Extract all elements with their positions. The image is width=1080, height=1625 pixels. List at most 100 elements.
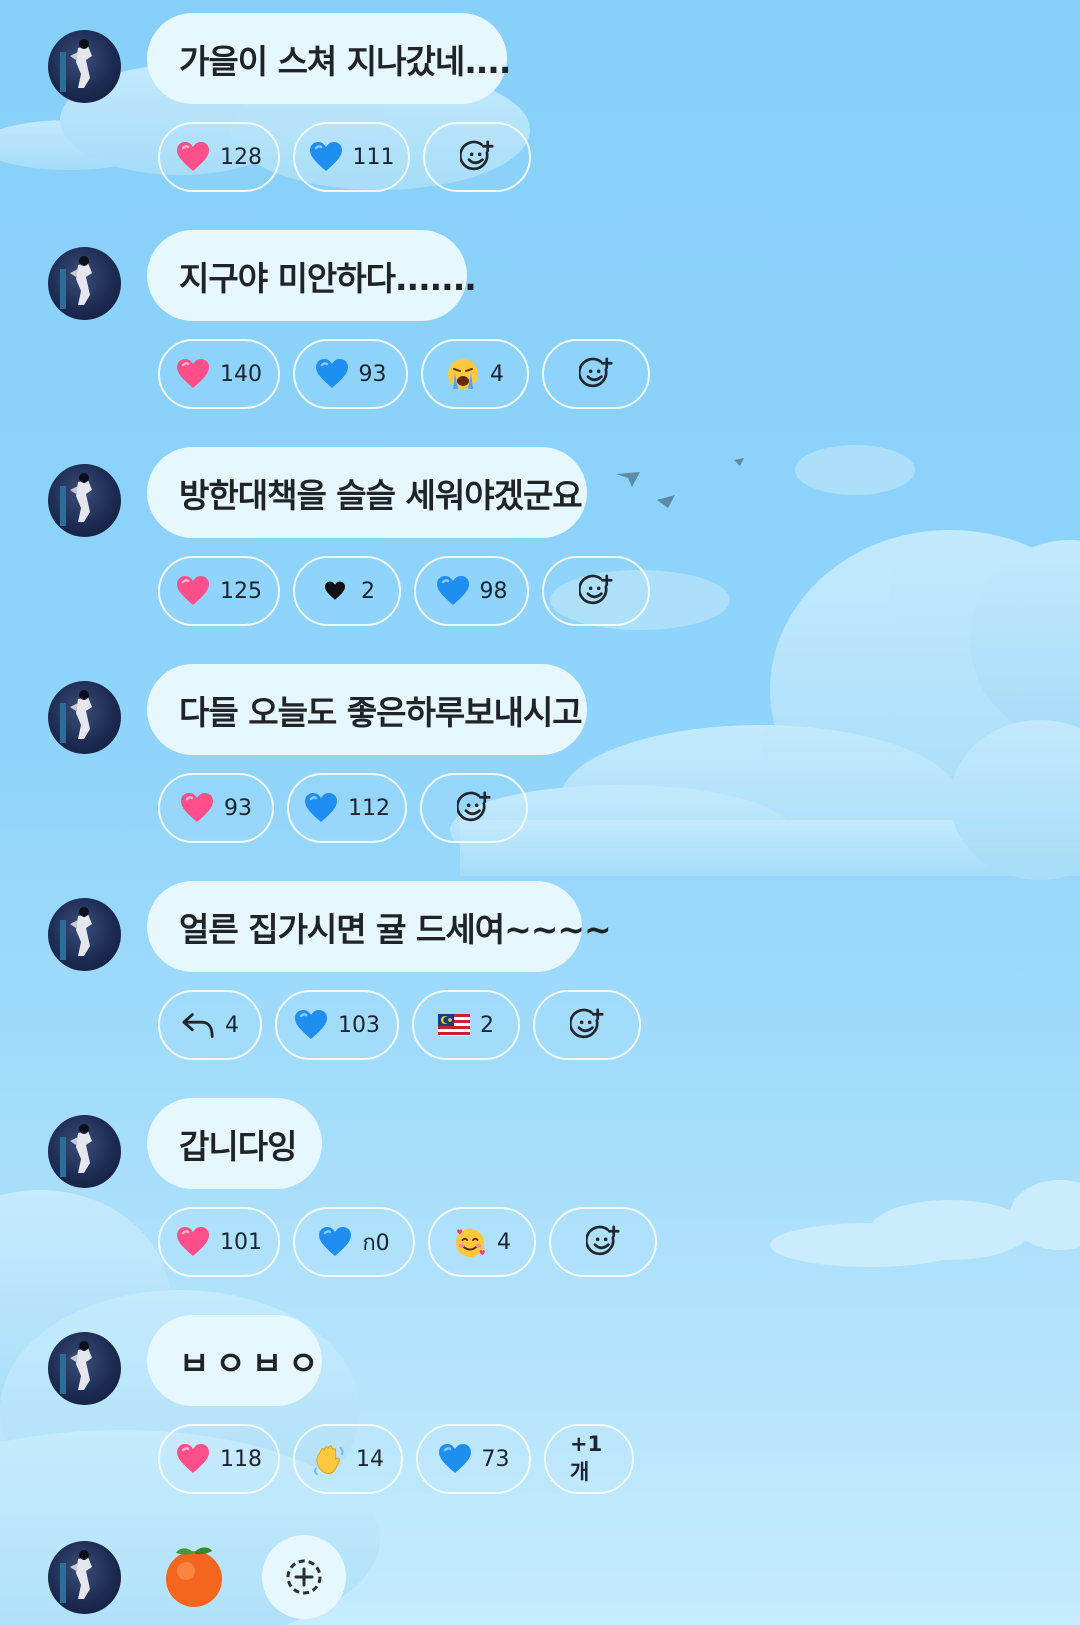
add-reaction-button[interactable] <box>542 556 650 626</box>
reaction-count: 2 <box>480 1012 494 1038</box>
message-bubble[interactable]: 갑니다잉 <box>147 1098 322 1189</box>
add-reaction-button[interactable] <box>542 339 650 409</box>
reaction-count: 140 <box>220 361 262 387</box>
reaction-count: 112 <box>348 795 390 821</box>
message-row: 지구야 미안하다....... 140 93 4 <box>0 230 1080 447</box>
reaction-chip-pink-heart[interactable]: 101 <box>158 1207 280 1277</box>
reaction-bar: 125 2 98 <box>158 556 650 626</box>
avatar-image <box>60 1550 92 1603</box>
reaction-chip-reply-arrow[interactable]: 4 <box>158 990 262 1060</box>
reaction-count: 98 <box>479 578 508 604</box>
pink-heart-icon <box>176 574 210 608</box>
tangerine-emoji <box>166 1547 222 1607</box>
add-reaction-icon <box>579 357 613 391</box>
reaction-chip-waving-hand[interactable]: 14 <box>293 1424 403 1494</box>
more-reactions-button[interactable]: +1개 <box>544 1424 634 1494</box>
message-row: 얼른 집가시면 귤 드세여~~~~ 4 103 2 <box>0 881 1080 1098</box>
add-reaction-button[interactable] <box>423 122 531 192</box>
avatar-image <box>60 256 92 309</box>
message-bubble[interactable]: 지구야 미안하다....... <box>147 230 477 321</box>
message-row: 방한대책을 슬슬 세워야겠군요 125 2 98 <box>0 447 1080 664</box>
reaction-count: 103 <box>338 1012 380 1038</box>
avatar[interactable] <box>48 898 121 971</box>
reaction-chip-pink-heart[interactable]: 128 <box>158 122 280 192</box>
message-row: ㅂㅇㅂㅇ 118 14 73 +1개 <box>0 1315 1080 1532</box>
message-bubble[interactable]: 다들 오늘도 좋은하루보내시고 <box>147 664 587 755</box>
reaction-chip-blue-heart[interactable]: 93 <box>293 339 408 409</box>
pink-heart-icon <box>176 140 210 174</box>
last-message-row <box>0 1535 1080 1625</box>
blue-heart-icon <box>436 574 470 608</box>
reaction-chip-pink-heart[interactable]: 125 <box>158 556 280 626</box>
avatar[interactable] <box>48 30 121 103</box>
malaysia-flag-icon <box>438 1008 470 1042</box>
reaction-chip-blue-heart[interactable]: 98 <box>414 556 529 626</box>
reaction-bar: 140 93 4 <box>158 339 650 409</box>
reply-arrow-icon <box>181 1008 215 1042</box>
add-reaction-button[interactable] <box>549 1207 657 1277</box>
avatar[interactable] <box>48 1332 121 1405</box>
smiling-face-with-hearts-icon <box>453 1225 487 1259</box>
avatar-image <box>60 1341 92 1394</box>
message-bubble[interactable]: 얼른 집가시면 귤 드세여~~~~ <box>147 881 612 972</box>
avatar[interactable] <box>48 464 121 537</box>
reaction-chip-blue-heart[interactable]: 112 <box>287 773 407 843</box>
reaction-count: 128 <box>220 144 262 170</box>
reaction-chip-pink-heart[interactable]: 93 <box>158 773 274 843</box>
reaction-chip-malaysia-flag[interactable]: 2 <box>412 990 520 1060</box>
avatar[interactable] <box>48 247 121 320</box>
reaction-count: ก0 <box>362 1230 390 1256</box>
reaction-chip-blue-heart[interactable]: 73 <box>416 1424 531 1494</box>
reaction-chip-crying-face[interactable]: 4 <box>421 339 529 409</box>
reaction-bar: 4 103 2 <box>158 990 641 1060</box>
add-reaction-button[interactable] <box>533 990 641 1060</box>
avatar-image <box>60 907 92 960</box>
blue-heart-icon <box>304 791 338 825</box>
reaction-chip-smiling-face-with-hearts[interactable]: 4 <box>428 1207 536 1277</box>
reaction-chip-pink-heart[interactable]: 140 <box>158 339 280 409</box>
add-reaction-button[interactable] <box>262 1535 346 1619</box>
avatar-image <box>60 39 92 92</box>
blue-heart-icon <box>315 357 349 391</box>
avatar[interactable] <box>48 681 121 754</box>
message-text: 방한대책을 슬슬 세워야겠군요 <box>179 475 583 515</box>
reaction-count: 4 <box>225 1012 239 1038</box>
reaction-chip-blue-heart[interactable]: 111 <box>293 122 410 192</box>
blue-heart-icon <box>438 1442 472 1476</box>
message-bubble[interactable]: 가을이 스쳐 지나갔네.... <box>147 13 511 104</box>
pink-heart-icon <box>176 357 210 391</box>
avatar-image <box>60 1124 92 1177</box>
message-text: 얼른 집가시면 귤 드세여~~~~ <box>179 909 612 949</box>
avatar[interactable] <box>48 1541 121 1614</box>
message-bubble[interactable]: 방한대책을 슬슬 세워야겠군요 <box>147 447 587 538</box>
add-reaction-button[interactable] <box>420 773 528 843</box>
crying-face-icon <box>446 357 480 391</box>
blue-heart-icon <box>294 1008 328 1042</box>
pink-heart-icon <box>180 791 214 825</box>
reaction-count: 14 <box>356 1446 384 1472</box>
reaction-chip-black-heart[interactable]: 2 <box>293 556 401 626</box>
waving-hand-icon <box>312 1442 346 1476</box>
add-reaction-icon <box>586 1225 620 1259</box>
reaction-bar: 128 111 <box>158 122 531 192</box>
reaction-count: 93 <box>224 795 252 821</box>
reaction-count: 4 <box>497 1229 511 1255</box>
pink-heart-icon <box>176 1442 210 1476</box>
reaction-chip-blue-heart[interactable]: 103 <box>275 990 399 1060</box>
avatar-image <box>60 690 92 743</box>
message-row: 가을이 스쳐 지나갔네.... 128 111 <box>0 13 1080 230</box>
message-bubble[interactable]: ㅂㅇㅂㅇ <box>147 1315 322 1406</box>
reaction-bar: 101 ก0 4 <box>158 1207 657 1277</box>
pink-heart-icon <box>176 1225 210 1259</box>
blue-heart-icon <box>309 140 343 174</box>
blue-heart-icon <box>318 1225 352 1259</box>
avatar[interactable] <box>48 1115 121 1188</box>
message-text: 가을이 스쳐 지나갔네.... <box>179 41 511 81</box>
message-row: 다들 오늘도 좋은하루보내시고 93 112 <box>0 664 1080 881</box>
reaction-chip-blue-heart[interactable]: ก0 <box>293 1207 415 1277</box>
avatar-image <box>60 473 92 526</box>
reaction-count: 101 <box>220 1229 262 1255</box>
reaction-chip-pink-heart[interactable]: 118 <box>158 1424 280 1494</box>
reaction-count: 73 <box>481 1446 510 1472</box>
message-row: 갑니다잉 101 ก0 4 <box>0 1098 1080 1315</box>
